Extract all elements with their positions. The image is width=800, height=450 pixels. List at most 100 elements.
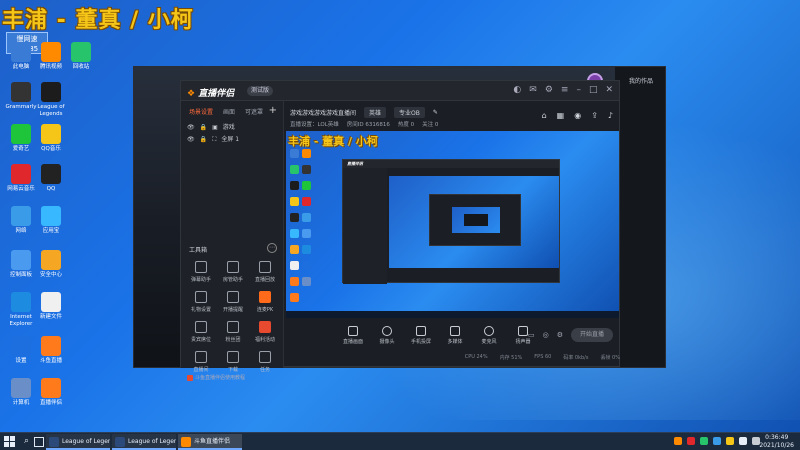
tool-item[interactable]: 贵宾席位: [185, 321, 217, 343]
source-button[interactable]: 摄像头: [376, 325, 398, 345]
lock-icon[interactable]: 🔒: [200, 134, 207, 146]
source-button[interactable]: 手机投屏: [410, 325, 432, 345]
room-setting[interactable]: 直播设置：LOL英雄: [290, 120, 339, 128]
status-item: 丢帧 0%: [600, 355, 620, 361]
scene-item[interactable]: 👁 🔒 ⛶ 全屏 1: [181, 134, 283, 146]
share-icon[interactable]: ⇪: [591, 111, 598, 120]
more-tools-button[interactable]: ⋯: [267, 243, 277, 253]
desktop-icon[interactable]: 网络: [4, 206, 38, 246]
preview-mini-icon: [290, 245, 299, 254]
tool-label: 直播间: [193, 367, 209, 373]
scene-item[interactable]: 👁 🔒 ▣ 游戏: [181, 122, 283, 134]
title-bar[interactable]: ❖ 直播伴侣 测试版 ◐ ✉ ⚙ ≡ – □ ✕: [181, 81, 619, 101]
minimize-icon[interactable]: –: [576, 85, 581, 95]
settings-icon[interactable]: ⚙: [545, 85, 553, 95]
tab-scenes[interactable]: 场景设置: [189, 107, 213, 116]
desktop-icon[interactable]: QQ: [34, 164, 68, 204]
desktop-icon[interactable]: 直播伴侣: [34, 378, 68, 418]
preview-recursive-window: [429, 194, 521, 246]
desktop-icon[interactable]: 控制面板: [4, 250, 38, 290]
search-icon[interactable]: ⌕: [24, 436, 29, 446]
desktop-icon[interactable]: 设置: [4, 336, 38, 376]
desktop-icon[interactable]: 新建文件: [34, 292, 68, 332]
skin-icon[interactable]: ◐: [513, 85, 521, 95]
tab-mask[interactable]: 可遮罩: [245, 107, 263, 116]
edit-icon[interactable]: ✎: [433, 109, 438, 116]
desktop-icon[interactable]: Grammarly: [4, 82, 38, 122]
app-icon: [11, 42, 31, 62]
record-icon[interactable]: ◉: [574, 111, 581, 120]
tray-app-icon[interactable]: [713, 437, 721, 445]
tool-item[interactable]: 连麦PK: [249, 291, 281, 313]
lock-icon[interactable]: 🔒: [200, 122, 207, 134]
taskbar-app[interactable]: League of Legends: [46, 434, 110, 450]
task-view-icon[interactable]: [34, 437, 44, 447]
desktop-icon[interactable]: League of Legends: [34, 82, 68, 122]
app-icon: [41, 164, 61, 184]
add-scene-button[interactable]: +: [269, 105, 277, 116]
mail-icon[interactable]: ✉: [529, 85, 537, 95]
tool-item[interactable]: 粉丝团: [217, 321, 249, 343]
app-icon: [41, 378, 61, 398]
taskbar-app[interactable]: League of Legends: [112, 434, 176, 450]
tray-app-icon[interactable]: [700, 437, 708, 445]
bell-icon[interactable]: ♪: [608, 111, 613, 120]
maximize-icon[interactable]: □: [589, 85, 598, 95]
source-button[interactable]: 直播画面: [342, 325, 364, 345]
desktop-icon[interactable]: 此电脑: [4, 42, 38, 82]
desktop-icon[interactable]: 网易云音乐: [4, 164, 38, 204]
live-companion-window[interactable]: ❖ 直播伴侣 测试版 ◐ ✉ ⚙ ≡ – □ ✕ 场景设置 画面 可遮罩 + 👁…: [180, 80, 620, 381]
close-icon[interactable]: ✕: [605, 85, 613, 95]
network-icon[interactable]: [739, 437, 747, 445]
eye-icon[interactable]: 👁: [187, 134, 195, 146]
tool-item[interactable]: 直播间: [185, 351, 217, 373]
background-window-label: 我的作品: [628, 78, 653, 85]
taskbar-app-active[interactable]: 斗鱼直播伴侣: [178, 434, 242, 450]
live-settings-icon[interactable]: ⚙: [557, 331, 563, 339]
gift-icon[interactable]: ⌂: [542, 111, 547, 120]
tool-item[interactable]: 任务: [249, 351, 281, 373]
tool-item[interactable]: 礼物设置: [185, 291, 217, 313]
eye-icon[interactable]: 👁: [187, 122, 195, 134]
app-icon: [11, 82, 31, 102]
start-live-button[interactable]: 开始直播: [571, 328, 613, 342]
preview-eye-icon[interactable]: ◎: [543, 331, 549, 339]
source-button[interactable]: 多媒体: [444, 325, 466, 345]
layout-icon[interactable]: ▦: [557, 111, 565, 120]
tool-item[interactable]: 弹幕助手: [185, 261, 217, 283]
tool-icon: [259, 261, 271, 273]
desktop-icon[interactable]: 爱奇艺: [4, 124, 38, 164]
desktop-icon[interactable]: 腾讯视频: [34, 42, 68, 82]
room-tag[interactable]: 英雄: [364, 107, 387, 118]
tool-item[interactable]: 房管助手: [217, 261, 249, 283]
desktop-icon[interactable]: 斗鱼直播: [34, 336, 68, 376]
room-game[interactable]: 专业OB: [394, 107, 425, 118]
desktop-icon[interactable]: 回收站: [64, 42, 98, 82]
live-controls: ▭ ◎ ⚙ 开始直播: [528, 328, 613, 342]
tool-item[interactable]: 直播回放: [249, 261, 281, 283]
desktop-icon[interactable]: 应用宝: [34, 206, 68, 246]
desktop-icon[interactable]: 安全中心: [34, 250, 68, 290]
desktop-icon-label: 控制面板: [9, 272, 32, 278]
tray-app-icon[interactable]: [726, 437, 734, 445]
source-button[interactable]: 麦克风: [478, 325, 500, 345]
windows-start-icon[interactable]: [4, 436, 16, 448]
video-icon[interactable]: ▭: [528, 331, 535, 339]
tutorial-link[interactable]: 斗鱼直播伴侣使用教程: [185, 373, 281, 383]
tab-canvas[interactable]: 画面: [223, 107, 235, 116]
tool-item[interactable]: 开播提醒: [217, 291, 249, 313]
desktop-icon[interactable]: Internet Explorer: [4, 292, 38, 332]
desktop-icon[interactable]: QQ音乐: [34, 124, 68, 164]
tray-app-icon[interactable]: [687, 437, 695, 445]
clock[interactable]: 0:36:49 2021/10/26: [759, 434, 794, 450]
menu-icon[interactable]: ≡: [561, 85, 569, 95]
room-title[interactable]: 游戏游戏游戏游戏直播间: [290, 108, 356, 117]
tool-item[interactable]: 下载: [217, 351, 249, 373]
stream-preview[interactable]: 丰浦 - 董真 / 小柯 直播伴侣: [286, 131, 619, 318]
preview-mini-icon: [290, 181, 299, 190]
desktop-icon[interactable]: 计算机: [4, 378, 38, 418]
desktop-icon-label: 此电脑: [12, 64, 30, 70]
tool-item[interactable]: 福利活动: [249, 321, 281, 343]
tray-app-icon[interactable]: [674, 437, 682, 445]
app-icon: [11, 206, 31, 226]
